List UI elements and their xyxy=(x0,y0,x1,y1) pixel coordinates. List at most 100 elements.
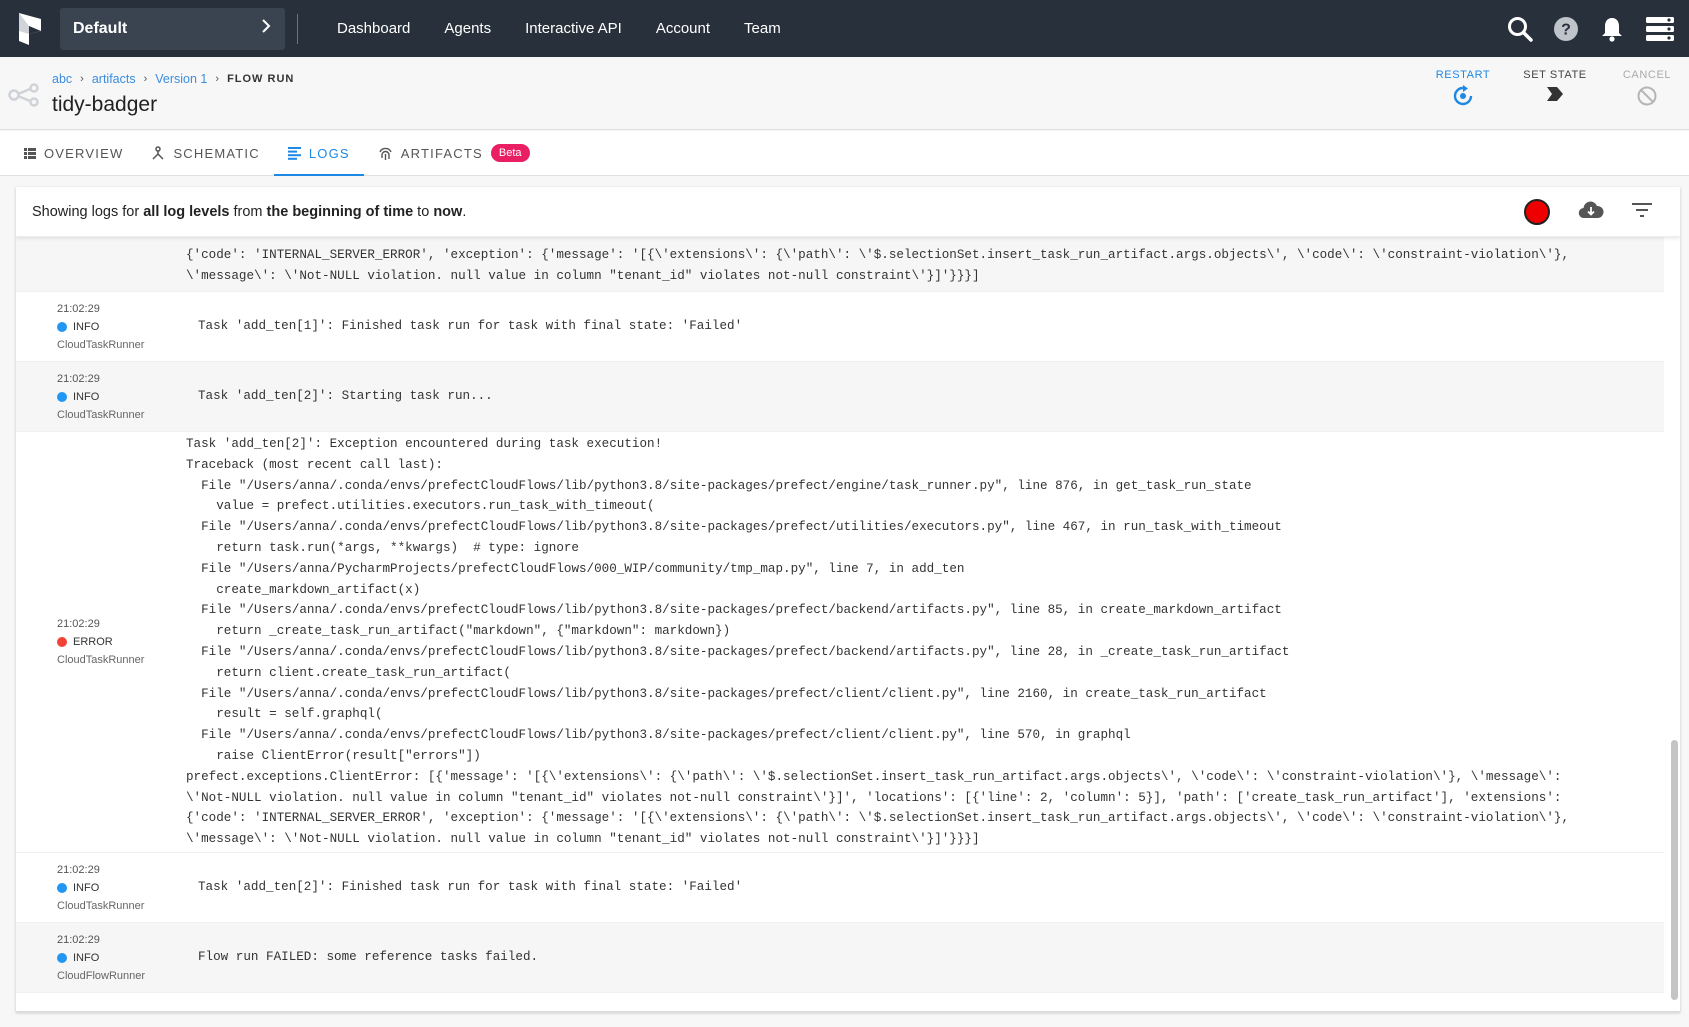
chevron-right-icon: › xyxy=(80,73,84,85)
log-message: Task 'add_ten[2]': Finished task run for… xyxy=(198,880,743,895)
log-timestamp: 21:02:29 xyxy=(57,618,100,630)
nav-link-agents[interactable]: Agents xyxy=(427,20,508,37)
log-level-label: INFO xyxy=(73,951,100,964)
nav-link-account[interactable]: Account xyxy=(639,20,727,37)
cancel-label: CANCEL xyxy=(1622,69,1672,81)
info-dot-icon xyxy=(57,391,67,402)
log-rows: {'code': 'INTERNAL_SERVER_ERROR', 'excep… xyxy=(16,237,1664,993)
log-level-label: INFO xyxy=(73,320,100,333)
log-filter-mid1: from xyxy=(229,203,267,220)
log-filter-bar: Showing logs for all log levels from the… xyxy=(16,187,1680,237)
tab-artifacts-label: ARTIFACTS xyxy=(400,145,483,161)
log-level-label: INFO xyxy=(73,390,100,403)
log-message: Task 'add_ten[1]': Finished task run for… xyxy=(198,319,743,334)
notes-icon xyxy=(287,146,301,160)
breadcrumb: abc › artifacts › Version 1 › FLOW RUN xyxy=(52,72,294,86)
top-navbar: Default Dashboard Agents Interactive API… xyxy=(0,0,1689,57)
log-source: CloudTaskRunner xyxy=(57,408,145,421)
log-panel: Showing logs for all log levels from the… xyxy=(16,187,1680,1012)
server-menu-icon[interactable] xyxy=(1645,16,1675,42)
nav-links: Dashboard Agents Interactive API Account… xyxy=(320,20,798,37)
live-record-button[interactable] xyxy=(1524,198,1550,225)
tab-overview[interactable]: OVERVIEW xyxy=(10,131,137,175)
info-dot-icon xyxy=(57,952,67,963)
tab-overview-label: OVERVIEW xyxy=(44,145,124,161)
log-message: Flow run FAILED: some reference tasks fa… xyxy=(198,950,539,965)
info-dot-icon xyxy=(57,882,67,893)
restart-label: RESTART xyxy=(1435,69,1491,81)
log-filter-prefix: Showing logs for xyxy=(32,203,144,220)
log-message: {'code': 'INTERNAL_SERVER_ERROR', 'excep… xyxy=(186,248,1570,284)
log-filter-levels[interactable]: all log levels xyxy=(143,204,229,220)
nav-link-interactive-api[interactable]: Interactive API xyxy=(508,20,639,37)
log-meta: 21:02:29 INFO CloudTaskRunner xyxy=(16,292,186,361)
log-scrollbar-thumb[interactable] xyxy=(1671,740,1678,1000)
beta-badge: Beta xyxy=(490,144,530,162)
log-message: Task 'add_ten[2]': Exception encountered… xyxy=(186,437,1570,847)
error-dot-icon xyxy=(57,637,67,647)
log-level: INFO xyxy=(57,318,186,336)
chevron-right-icon: › xyxy=(215,73,220,85)
log-filter-suffix: . xyxy=(462,203,467,220)
grid-icon xyxy=(24,147,36,159)
tab-logs-label: LOGS xyxy=(308,145,350,161)
log-message: Task 'add_ten[2]': Starting task run... xyxy=(198,389,493,404)
log-meta: 21:02:29 ERROR CloudTaskRunner xyxy=(16,432,186,852)
restart-button[interactable]: RESTART xyxy=(1431,69,1495,110)
nav-link-dashboard[interactable]: Dashboard xyxy=(320,20,427,37)
log-timestamp: 21:02:29 xyxy=(57,933,100,946)
log-meta: 21:02:29 INFO CloudFlowRunner xyxy=(16,923,186,992)
log-source: CloudTaskRunner xyxy=(57,654,145,666)
schematic-icon xyxy=(151,146,165,160)
filter-icon[interactable] xyxy=(1632,202,1652,221)
nav-divider xyxy=(297,13,298,44)
log-source: CloudFlowRunner xyxy=(57,969,146,982)
cancel-button[interactable]: CANCEL xyxy=(1615,69,1679,110)
log-timestamp: 21:02:29 xyxy=(57,372,100,385)
tab-bar: OVERVIEW SCHEMATIC LOGS ARTIFACTS Beta xyxy=(0,131,1689,176)
log-level: INFO xyxy=(57,388,186,406)
flow-run-icon xyxy=(8,83,40,112)
log-level: INFO xyxy=(57,879,186,897)
block-icon xyxy=(1636,85,1658,110)
set-state-label: SET STATE xyxy=(1523,69,1587,81)
breadcrumb-version[interactable]: Version 1 xyxy=(155,72,207,86)
svg-text:?: ? xyxy=(1561,21,1571,38)
tab-schematic[interactable]: SCHEMATIC xyxy=(137,131,273,175)
log-meta: 21:02:29 INFO CloudTaskRunner xyxy=(16,362,186,431)
chevron-right-icon xyxy=(261,19,271,38)
breadcrumb-project[interactable]: abc xyxy=(52,72,72,86)
set-state-button[interactable]: SET STATE xyxy=(1523,69,1587,110)
nav-link-team[interactable]: Team xyxy=(727,20,798,37)
log-row: 21:02:29 INFO CloudFlowRunner Flow run F… xyxy=(16,923,1664,993)
log-toolbar xyxy=(1524,198,1680,225)
tab-artifacts[interactable]: ARTIFACTS Beta xyxy=(364,131,544,175)
fingerprint-icon xyxy=(378,146,393,161)
breadcrumb-flow[interactable]: artifacts xyxy=(92,72,136,86)
log-row: 21:02:29 INFO CloudTaskRunner Task 'add_… xyxy=(16,853,1664,923)
log-row: 21:02:29 INFO CloudTaskRunner Task 'add_… xyxy=(16,362,1664,432)
log-timestamp: 21:02:29 xyxy=(57,302,100,315)
log-level-label: INFO xyxy=(73,881,100,894)
tab-logs[interactable]: LOGS xyxy=(273,131,364,176)
log-level-label: ERROR xyxy=(73,636,113,648)
log-source: CloudTaskRunner xyxy=(57,338,145,351)
help-icon[interactable]: ? xyxy=(1553,16,1579,42)
tab-schematic-label: SCHEMATIC xyxy=(173,145,260,161)
cloud-download-icon[interactable] xyxy=(1578,201,1604,223)
log-level: INFO xyxy=(57,949,186,967)
log-row: {'code': 'INTERNAL_SERVER_ERROR', 'excep… xyxy=(16,237,1664,292)
log-filter-to[interactable]: now xyxy=(433,204,462,220)
log-filter-from[interactable]: the beginning of time xyxy=(267,204,414,220)
log-meta: 21:02:29 INFO CloudTaskRunner xyxy=(16,853,186,922)
project-selector[interactable]: Default xyxy=(60,7,285,50)
bell-icon[interactable] xyxy=(1599,16,1625,42)
prefect-logo-icon[interactable] xyxy=(0,0,60,57)
log-level: ERROR xyxy=(57,633,186,651)
breadcrumb-current: FLOW RUN xyxy=(227,73,295,85)
log-row-error: 21:02:29 ERROR CloudTaskRunner Task 'add… xyxy=(16,432,1664,853)
log-timestamp: 21:02:29 xyxy=(57,863,100,876)
run-actions: RESTART SET STATE CANCEL xyxy=(1431,69,1679,110)
search-icon[interactable] xyxy=(1507,16,1533,42)
log-filter-summary: Showing logs for all log levels from the… xyxy=(32,204,466,220)
